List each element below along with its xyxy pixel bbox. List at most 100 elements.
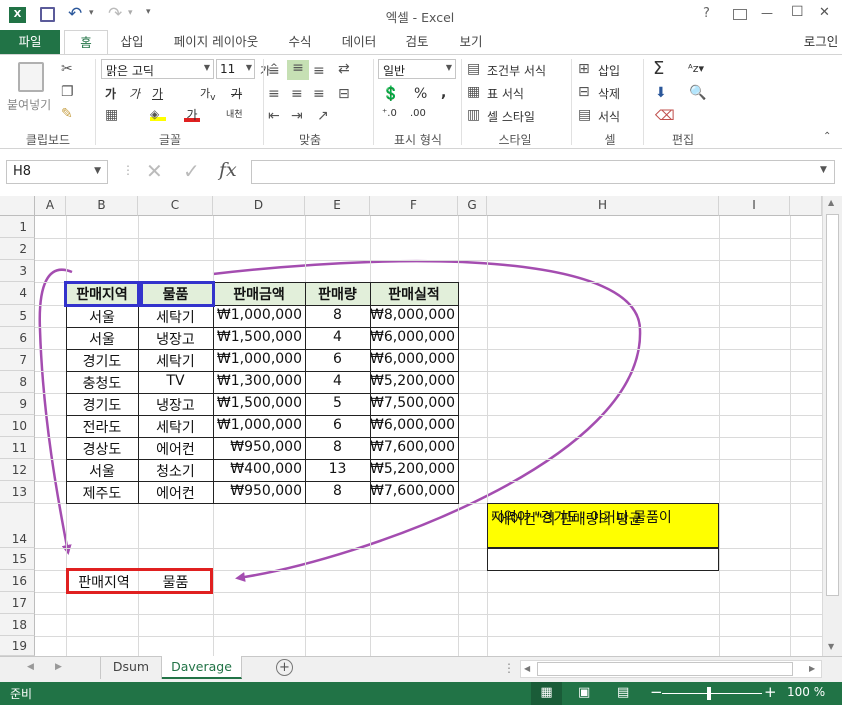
align-top-icon[interactable]: ≡ [268, 63, 280, 79]
table-cell[interactable]: 냉장고 [138, 329, 213, 349]
table-cell[interactable]: 에어컨 [138, 439, 213, 459]
bold-icon[interactable]: 가 [105, 85, 116, 102]
strikethrough-icon[interactable]: 가 [231, 85, 242, 102]
table-cell[interactable]: 13 [305, 461, 370, 477]
tab-splitter-icon[interactable]: ⋮ [503, 661, 515, 675]
scroll-thumb[interactable] [826, 214, 839, 596]
cell-style-icon[interactable]: ▥ [467, 107, 480, 123]
table-cell[interactable]: ₩7,600,000 [370, 439, 458, 455]
table-cell[interactable]: 세탁기 [138, 417, 213, 437]
table-cell[interactable]: 세탁기 [138, 307, 213, 327]
tab-insert[interactable]: 삽입 [112, 30, 152, 55]
maximize-button[interactable]: ☐ [791, 4, 804, 20]
column-header[interactable]: I [719, 196, 790, 216]
row-header[interactable]: 15 [0, 548, 35, 570]
table-cell[interactable]: 경상도 [66, 439, 138, 459]
table-cell[interactable]: 청소기 [138, 461, 213, 481]
column-header[interactable]: G [458, 196, 487, 216]
conditional-format-icon[interactable]: ▤ [467, 61, 480, 77]
row-header[interactable]: 13 [0, 481, 35, 503]
table-cell[interactable]: TV [138, 373, 213, 389]
table-cell[interactable]: ₩1,000,000 [213, 417, 305, 433]
table-cell[interactable]: 6 [305, 417, 370, 433]
table-cell[interactable]: ₩1,500,000 [213, 395, 305, 411]
table-cell[interactable]: 서울 [66, 307, 138, 327]
table-cell[interactable]: ₩1,000,000 [213, 351, 305, 367]
row-header[interactable]: 10 [0, 415, 35, 437]
table-header-cell[interactable]: 판매량 [305, 284, 370, 304]
column-header[interactable]: C [138, 196, 213, 216]
table-cell[interactable]: 5 [305, 395, 370, 411]
row-header[interactable]: 17 [0, 592, 35, 614]
table-cell[interactable]: 서울 [66, 329, 138, 349]
format-painter-icon[interactable]: ✎ [61, 106, 73, 122]
paste-icon[interactable] [18, 62, 44, 92]
row-header[interactable]: 4 [0, 282, 35, 305]
page-break-view-icon[interactable]: ▤ [617, 685, 629, 700]
table-cell[interactable]: 4 [305, 329, 370, 345]
vertical-scrollbar[interactable]: ▲ ▼ [822, 196, 842, 656]
horizontal-scrollbar[interactable]: ◀ ▶ [520, 660, 822, 678]
row-header[interactable]: 5 [0, 305, 35, 327]
scroll-left-icon[interactable]: ◀ [524, 664, 530, 673]
zoom-level[interactable]: 100 % [787, 685, 825, 699]
clear-icon[interactable]: ⌫ [655, 108, 675, 124]
table-cell[interactable]: ₩1,500,000 [213, 329, 305, 345]
currency-icon[interactable]: 💲 [382, 86, 399, 102]
redo-icon[interactable]: ↷ [108, 4, 122, 24]
table-header-cell[interactable]: 판매실적 [370, 284, 458, 304]
table-cell[interactable]: ₩6,000,000 [370, 351, 458, 367]
table-cell[interactable]: 서울 [66, 461, 138, 481]
column-header[interactable]: H [487, 196, 719, 216]
merge-center-icon[interactable]: ⊟ [338, 86, 350, 102]
row-header[interactable]: 1 [0, 216, 35, 238]
minimize-button[interactable]: — [761, 6, 773, 20]
table-cell[interactable]: ₩7,500,000 [370, 395, 458, 411]
row-header[interactable]: 11 [0, 437, 35, 459]
table-cell[interactable]: ₩6,000,000 [370, 329, 458, 345]
undo-dropdown-icon[interactable]: ▾ [89, 8, 94, 18]
formula-input[interactable] [251, 160, 835, 184]
ribbon-display-button[interactable] [733, 9, 747, 20]
column-header[interactable]: B [66, 196, 138, 216]
increase-decimal-icon[interactable]: ⁺.0 [382, 108, 397, 119]
login-link[interactable]: 로그인 [800, 30, 842, 55]
close-button[interactable]: ✕ [819, 5, 830, 20]
wrap-text-icon[interactable]: ⇄ [338, 61, 350, 77]
page-layout-view-icon[interactable]: ▣ [578, 685, 590, 700]
confirm-entry-icon[interactable]: ✓ [183, 159, 200, 183]
tab-home[interactable]: 홈 [64, 30, 108, 56]
row-header[interactable]: 7 [0, 349, 35, 371]
sort-filter-icon[interactable]: ᴬz▾ [688, 62, 704, 75]
normal-view-icon[interactable]: ▦ [531, 682, 562, 705]
phonetic-icon[interactable]: 내천 [226, 107, 243, 120]
h-scroll-thumb[interactable] [537, 662, 793, 676]
next-sheet-icon[interactable]: ▶ [55, 662, 62, 672]
table-cell[interactable]: ₩5,200,000 [370, 461, 458, 477]
row-header[interactable]: 3 [0, 260, 35, 282]
tab-view[interactable]: 보기 [451, 30, 491, 55]
table-header-cell[interactable]: 판매금액 [213, 284, 305, 304]
paste-button[interactable]: 붙여넣기 [7, 96, 51, 113]
row-header[interactable]: 2 [0, 238, 35, 260]
format-cells-button[interactable]: 서식 [598, 108, 620, 125]
zoom-out-button[interactable]: − [650, 683, 663, 701]
orientation-icon[interactable]: ↗ [317, 108, 329, 124]
percent-icon[interactable]: % [414, 86, 427, 102]
delete-cells-icon[interactable]: ⊟ [578, 84, 590, 100]
table-cell[interactable]: 8 [305, 307, 370, 323]
sheet-tab-daverage[interactable]: Daverage [162, 656, 242, 679]
tab-review[interactable]: 검토 [397, 30, 437, 55]
table-cell[interactable]: ₩950,000 [213, 483, 305, 499]
column-header[interactable]: E [305, 196, 370, 216]
collapse-ribbon-icon[interactable]: ⌃ [823, 129, 831, 145]
autosum-icon[interactable]: Σ [653, 58, 664, 79]
row-header[interactable]: 19 [0, 636, 35, 656]
scroll-down-icon[interactable]: ▼ [828, 642, 834, 651]
column-header[interactable]: F [370, 196, 458, 216]
conditional-format-button[interactable]: 조건부 서식 [487, 62, 546, 79]
insert-cells-icon[interactable]: ⊞ [578, 61, 590, 77]
number-format-select[interactable]: 일반 ▼ [378, 59, 456, 79]
cut-icon[interactable]: ✂ [61, 61, 73, 77]
add-sheet-icon[interactable]: + [276, 659, 293, 676]
